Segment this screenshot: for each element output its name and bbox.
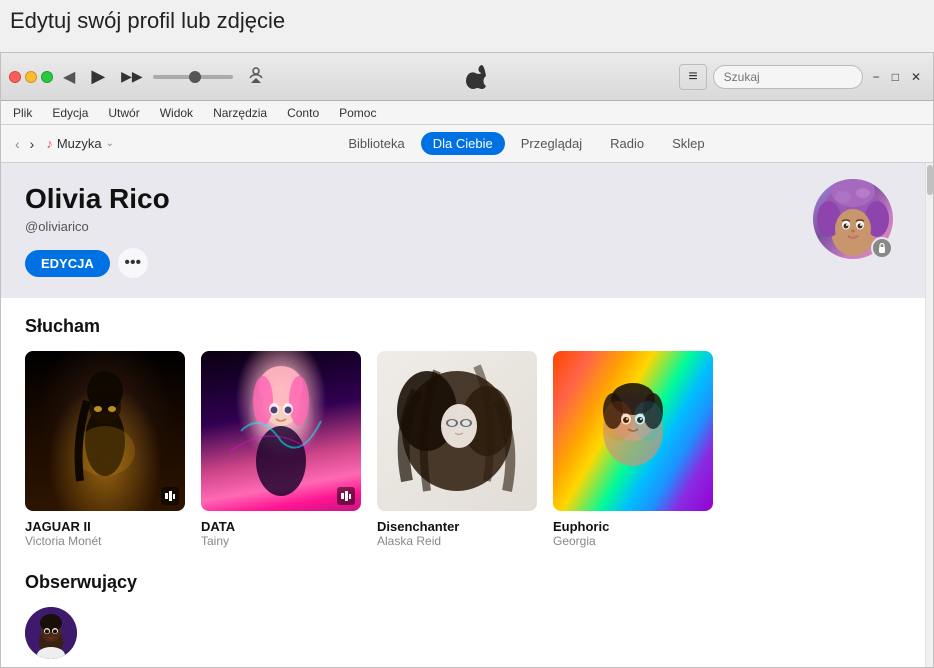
obserwujacy-section: Obserwujący [25,572,909,659]
play-button[interactable]: ▶ [85,62,111,91]
album-cover-euphoric [553,351,713,511]
menu-utwor[interactable]: Utwór [104,104,143,122]
window-buttons: − □ ✕ [869,68,925,86]
minimize-button[interactable] [25,71,37,83]
volume-thumb [189,71,201,83]
album-cover-jaguar-ii [25,351,185,511]
album-artist-3: Alaska Reid [377,534,537,548]
follower-avatar[interactable] [25,607,77,659]
scrollbar-thumb[interactable] [927,165,933,195]
album-item[interactable]: Euphoric Georgia [553,351,713,548]
profile-handle: @oliviarico [25,219,909,234]
slucham-section: Słucham [25,316,909,548]
more-options-button[interactable]: ••• [118,248,148,278]
menu-edycja[interactable]: Edycja [48,104,92,122]
tab-radio[interactable]: Radio [598,132,656,155]
menu-pomoc[interactable]: Pomoc [335,104,380,122]
titlebar: ◀ ▶ ▶▶ ≡ − □ ✕ [1,53,933,101]
maximize-button[interactable] [41,71,53,83]
list-view-button[interactable]: ≡ [679,64,706,90]
album-badge-1 [161,487,179,505]
apple-logo [279,65,674,89]
dropdown-chevron-icon: ⌄ [106,138,114,149]
library-selector[interactable]: ♪ Muzyka ⌄ [46,136,114,151]
window-restore-button[interactable]: □ [888,68,903,86]
album-artist-4: Georgia [553,534,713,548]
nav-back-button[interactable]: ‹ [11,134,24,154]
obserwujacy-title: Obserwujący [25,572,909,593]
album-artist-2: Tainy [201,534,361,548]
album-cover-disenchanter [377,351,537,511]
nav-tabs: Biblioteka Dla Ciebie Przeglądaj Radio S… [130,132,923,155]
close-button[interactable] [9,71,21,83]
skip-forward-button[interactable]: ▶▶ [117,64,147,89]
album-badge-2 [337,487,355,505]
itunes-window: ◀ ▶ ▶▶ ≡ − □ ✕ [0,52,934,668]
menu-narzedzia[interactable]: Narzędzia [209,104,271,122]
albums-grid: JAGUAR II Victoria Monét [25,351,909,548]
album-artist-1: Victoria Monét [25,534,185,548]
edit-profile-button[interactable]: EDYCJA [25,250,110,277]
lock-badge [871,237,893,259]
album-art-overlay-eur [553,351,713,511]
profile-section: Olivia Rico @oliviarico EDYCJA ••• [1,163,933,298]
search-input[interactable] [713,65,863,89]
album-title-1: JAGUAR II [25,519,185,534]
window-close-button[interactable]: ✕ [907,68,925,86]
menu-widok[interactable]: Widok [156,104,197,122]
tab-biblioteka[interactable]: Biblioteka [336,132,416,155]
album-item[interactable]: JAGUAR II Victoria Monét [25,351,185,548]
navbar: ‹ › ♪ Muzyka ⌄ Biblioteka Dla Ciebie Prz… [1,125,933,163]
album-item[interactable]: DATA Tainy [201,351,361,548]
album-title-4: Euphoric [553,519,713,534]
menu-conto[interactable]: Conto [283,104,323,122]
nav-forward-button[interactable]: › [26,134,39,154]
tab-sklep[interactable]: Sklep [660,132,717,155]
content-area: Słucham [1,298,933,667]
library-label[interactable]: Muzyka [57,136,102,151]
album-cover-data [201,351,361,511]
tooltip-heading: Edytuj swój profil lub zdjęcie [10,8,285,34]
profile-avatar[interactable] [813,179,893,259]
airplay-button[interactable] [239,61,273,92]
titlebar-right: ≡ − □ ✕ [679,64,925,90]
scrollbar-track[interactable] [925,163,933,667]
profile-actions: EDYCJA ••• [25,248,909,278]
tab-przegladaj[interactable]: Przeglądaj [509,132,594,155]
slucham-title: Słucham [25,316,909,337]
menubar: Plik Edycja Utwór Widok Narzędzia Conto … [1,101,933,125]
menu-plik[interactable]: Plik [9,104,36,122]
tab-dla-ciebie[interactable]: Dla Ciebie [421,132,505,155]
volume-slider[interactable] [153,75,233,79]
window-controls [9,71,53,83]
album-title-2: DATA [201,519,361,534]
back-button[interactable]: ◀ [59,63,79,91]
album-art-overlay-dis [377,351,537,511]
window-minimize-button[interactable]: − [869,68,884,86]
album-title-3: Disenchanter [377,519,537,534]
album-item[interactable]: Disenchanter Alaska Reid [377,351,537,548]
profile-name: Olivia Rico [25,183,909,215]
music-note-icon: ♪ [46,136,53,151]
nav-arrows: ‹ › [11,134,38,154]
